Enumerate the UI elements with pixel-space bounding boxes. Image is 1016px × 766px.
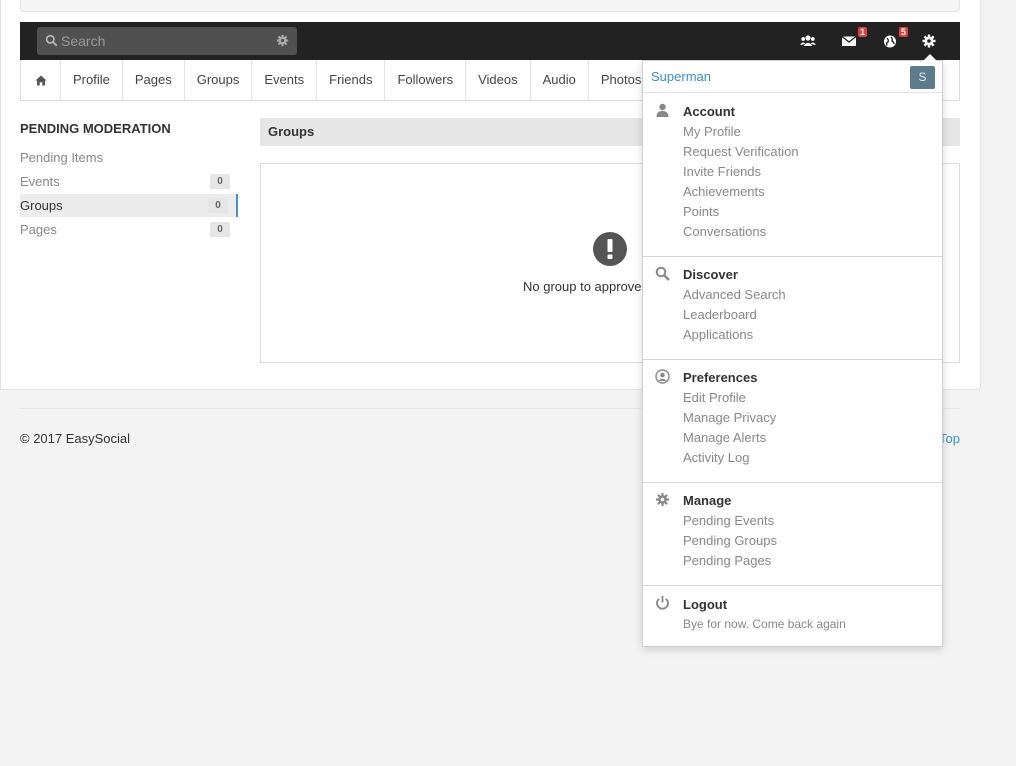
sidebar-title: PENDING MODERATION <box>20 121 171 136</box>
logout-section[interactable]: Logout Bye for now. Come back again <box>643 586 942 646</box>
discover-section: Discover Advanced Search Leaderboard App… <box>643 257 942 360</box>
sidebar-item-pending-items[interactable]: Pending Items <box>20 146 238 169</box>
manage-alerts-link[interactable]: Manage Alerts <box>683 430 766 445</box>
user-circle-icon <box>655 369 670 384</box>
tab-events[interactable]: Events <box>252 60 318 100</box>
sidebar-item-pages[interactable]: Pages 0 <box>20 218 238 241</box>
search-icon <box>45 34 58 47</box>
conversations-link[interactable]: Conversations <box>683 224 766 239</box>
avatar[interactable]: S <box>910 66 935 89</box>
top-strip <box>20 0 960 12</box>
leaderboard-link[interactable]: Leaderboard <box>683 307 757 322</box>
tab-pages[interactable]: Pages <box>123 60 185 100</box>
friends-icon[interactable] <box>800 33 818 49</box>
applications-link[interactable]: Applications <box>683 327 753 342</box>
tab-audio[interactable]: Audio <box>531 60 589 100</box>
sidebar-item-label: Groups <box>20 198 63 213</box>
request-verification-link[interactable]: Request Verification <box>683 144 799 159</box>
username-link[interactable]: Superman <box>651 69 711 84</box>
exclamation-circle-icon <box>593 232 627 266</box>
sidebar-item-count: 0 <box>210 174 230 189</box>
account-section: Account My Profile Request Verification … <box>643 94 942 257</box>
preferences-title[interactable]: Preferences <box>683 370 757 385</box>
logout-title[interactable]: Logout <box>683 597 727 612</box>
invite-friends-link[interactable]: Invite Friends <box>683 164 761 179</box>
user-icon <box>656 103 669 117</box>
sidebar-item-label: Pending Items <box>20 150 104 165</box>
my-profile-link[interactable]: My Profile <box>683 124 741 139</box>
advanced-search-link[interactable]: Advanced Search <box>683 287 786 302</box>
manage-section: Manage Pending Events Pending Groups Pen… <box>643 483 942 586</box>
logout-subtitle: Bye for now. Come back again <box>683 617 846 631</box>
messages-badge: 1 <box>857 27 867 37</box>
discover-title[interactable]: Discover <box>683 267 738 282</box>
sidebar-item-count: 0 <box>210 222 230 237</box>
activity-log-link[interactable]: Activity Log <box>683 450 749 465</box>
tab-friends[interactable]: Friends <box>317 60 386 100</box>
settings-gear-icon[interactable] <box>921 33 939 49</box>
pending-events-link[interactable]: Pending Events <box>683 513 774 528</box>
tab-home[interactable] <box>21 60 61 100</box>
points-link[interactable]: Points <box>683 204 719 219</box>
notifications-badge: 5 <box>898 27 908 37</box>
tab-followers[interactable]: Followers <box>385 60 467 100</box>
manage-privacy-link[interactable]: Manage Privacy <box>683 410 776 425</box>
empty-state-message: No group to approve <box>523 279 642 294</box>
user-settings-dropdown: Superman S Account My Profile Request Ve… <box>642 54 943 647</box>
tab-videos[interactable]: Videos <box>466 60 531 100</box>
search-settings-icon[interactable] <box>276 34 289 47</box>
achievements-link[interactable]: Achievements <box>683 184 765 199</box>
pending-pages-link[interactable]: Pending Pages <box>683 553 771 568</box>
sidebar-item-groups[interactable]: Groups 0 <box>20 194 238 217</box>
manage-title[interactable]: Manage <box>683 493 731 508</box>
sidebar-item-label: Pages <box>20 222 57 237</box>
pending-groups-link[interactable]: Pending Groups <box>683 533 777 548</box>
edit-profile-link[interactable]: Edit Profile <box>683 390 746 405</box>
dropdown-caret <box>923 54 937 61</box>
tab-profile[interactable]: Profile <box>61 60 123 100</box>
dropdown-header: Superman S <box>643 61 942 93</box>
search-icon <box>655 266 670 281</box>
sidebar-item-label: Events <box>20 174 60 189</box>
preferences-section: Preferences Edit Profile Manage Privacy … <box>643 360 942 483</box>
gear-icon <box>656 493 669 506</box>
tab-groups[interactable]: Groups <box>185 60 253 100</box>
search-input[interactable] <box>61 27 271 55</box>
sidebar-item-count: 0 <box>208 198 228 213</box>
messages-icon[interactable]: 1 <box>841 27 867 49</box>
footer-copyright: © 2017 EasySocial <box>20 431 131 446</box>
toolbar: 1 5 <box>20 22 960 60</box>
search-box <box>37 27 297 55</box>
home-icon <box>35 75 46 85</box>
power-icon <box>656 596 669 610</box>
account-title[interactable]: Account <box>683 104 735 119</box>
sidebar-item-events[interactable]: Events 0 <box>20 170 238 193</box>
globe-notifications-icon[interactable]: 5 <box>882 27 908 49</box>
